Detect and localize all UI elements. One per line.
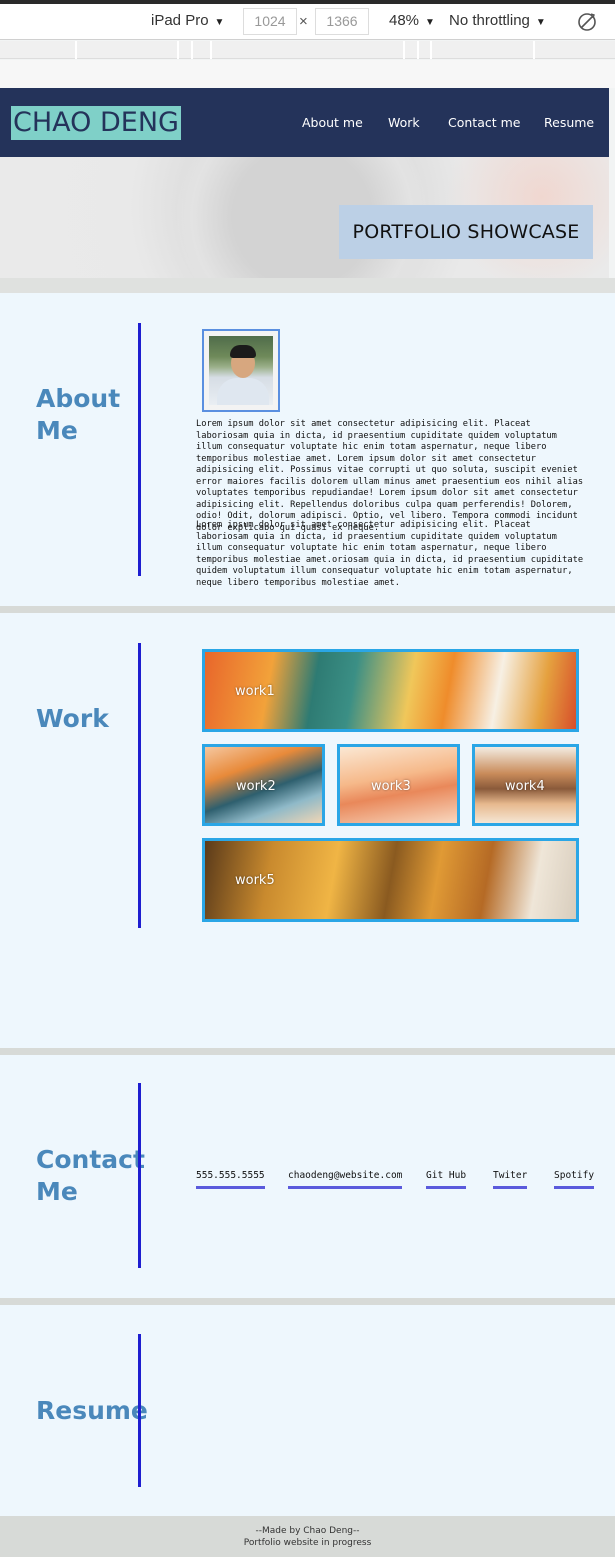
contact-phone-link[interactable]: 555.555.5555 xyxy=(196,1170,265,1189)
contact-title-line2: Me xyxy=(36,1177,78,1206)
resume-section: Resume xyxy=(0,1305,615,1516)
site-navbar: CHAO DENG About me Work Contact me Resum… xyxy=(0,88,609,157)
contact-title: Contact Me xyxy=(36,1144,145,1208)
work-accent-line xyxy=(138,643,141,928)
throttling-label: No throttling xyxy=(449,12,530,29)
chevron-down-icon: ▼ xyxy=(214,17,225,28)
about-title: About Me xyxy=(36,383,120,447)
work-tile-4[interactable]: work4 xyxy=(472,744,579,826)
contact-spotify-link[interactable]: Spotify xyxy=(554,1170,595,1189)
dimension-separator: × xyxy=(299,13,308,30)
resume-title: Resume xyxy=(36,1396,148,1425)
device-select[interactable]: iPad Pro ▼ xyxy=(151,12,224,29)
contact-twitter-link[interactable]: Twiter xyxy=(493,1170,528,1189)
nav-resume[interactable]: Resume xyxy=(544,115,594,130)
hero-divider xyxy=(0,278,615,293)
about-paragraph-1: Lorem ipsum dolor sit amet consectetur a… xyxy=(196,419,584,533)
footer-credit: --Made by Chao Deng-- xyxy=(255,1526,360,1536)
about-paragraph-2: Lorem ipsum dolor sit amet consectetur a… xyxy=(196,520,584,588)
work-tile-1[interactable]: work1 xyxy=(202,649,579,732)
about-accent-line xyxy=(138,323,141,576)
contact-accent-line xyxy=(138,1083,141,1268)
device-toolbar: iPad Pro ▼ 1024 × 1366 48% ▼ No throttling… xyxy=(0,4,615,40)
rotate-icon[interactable] xyxy=(576,11,598,33)
width-input[interactable]: 1024 xyxy=(243,8,297,35)
throttling-select[interactable]: No throttling ▼ xyxy=(449,12,546,29)
work-tile-5[interactable]: work5 xyxy=(202,838,579,922)
work-tile-2[interactable]: work2 xyxy=(202,744,325,826)
contact-email-link[interactable]: chaodeng@website.com xyxy=(288,1170,403,1189)
nav-about-me[interactable]: About me xyxy=(302,115,363,130)
work-section: Work work1 work2 work3 work4 work5 xyxy=(0,613,615,1048)
media-query-ruler[interactable] xyxy=(0,41,615,59)
chevron-down-icon: ▼ xyxy=(425,17,435,28)
work-tile-3[interactable]: work3 xyxy=(337,744,460,826)
zoom-select[interactable]: 48% ▼ xyxy=(389,12,435,29)
about-title-line2: Me xyxy=(36,416,78,445)
chevron-down-icon: ▼ xyxy=(535,17,546,28)
section-divider xyxy=(0,1298,615,1305)
about-title-line1: About xyxy=(36,384,121,413)
work-tile-3-label: work3 xyxy=(371,779,411,794)
contact-github-link[interactable]: Git Hub xyxy=(426,1170,467,1189)
hero-title: PORTFOLIO SHOWCASE xyxy=(339,205,593,259)
section-divider xyxy=(0,606,615,613)
section-divider xyxy=(0,1048,615,1055)
work-title: Work xyxy=(36,704,109,733)
work-tile-1-label: work1 xyxy=(235,684,275,699)
resume-accent-line xyxy=(138,1334,141,1487)
work-tile-2-label: work2 xyxy=(236,779,276,794)
height-input[interactable]: 1366 xyxy=(315,8,369,35)
work-tile-4-label: work4 xyxy=(505,779,545,794)
site-footer: --Made by Chao Deng-- Portfolio website … xyxy=(0,1516,615,1557)
device-select-label: iPad Pro xyxy=(151,12,209,29)
nav-work[interactable]: Work xyxy=(388,115,420,130)
footer-note: Portfolio website in progress xyxy=(243,1538,372,1548)
profile-photo xyxy=(202,329,280,412)
hero-banner: PORTFOLIO SHOWCASE xyxy=(0,157,609,278)
about-section: About Me Lorem ipsum dolor sit amet cons… xyxy=(0,293,615,606)
work-tile-5-label: work5 xyxy=(235,873,275,888)
zoom-label: 48% xyxy=(389,12,420,29)
viewport-margin xyxy=(0,60,615,88)
contact-title-line1: Contact xyxy=(36,1145,145,1174)
profile-photo-image xyxy=(209,336,273,405)
site-logo[interactable]: CHAO DENG xyxy=(11,106,181,140)
nav-contact-me[interactable]: Contact me xyxy=(448,115,520,130)
